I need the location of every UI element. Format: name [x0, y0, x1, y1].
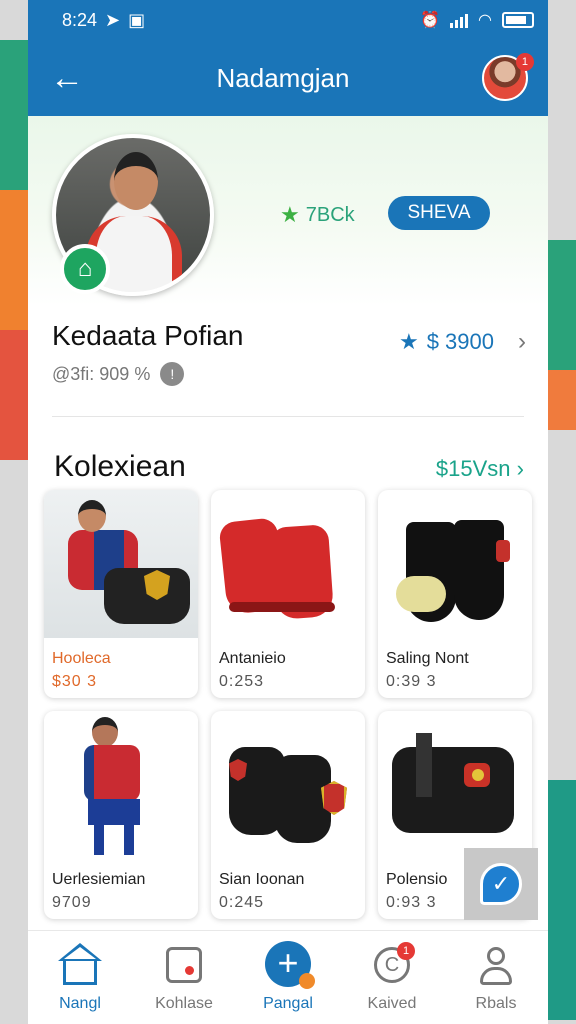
profile-info: Kedaata Pofian @3fi: 909 % ! ★ $ 3900 ›	[28, 306, 548, 426]
profile-icon	[478, 947, 514, 987]
nav-item-add[interactable]: + Pangal	[236, 931, 340, 1024]
account-avatar[interactable]: 1	[481, 53, 534, 101]
chat-button[interactable]: ✓	[464, 848, 538, 920]
red-boots-image	[211, 490, 365, 638]
player-run-image	[44, 711, 198, 859]
info-icon[interactable]: !	[160, 362, 185, 386]
right-green-decoration	[546, 240, 576, 380]
left-red-decoration	[0, 330, 30, 460]
collection-grid: Hooleca $30 3 Antanieio 0:253 Saling Non…	[44, 490, 532, 919]
card-price: 0:253	[219, 673, 265, 690]
right-orange-decoration	[546, 370, 576, 430]
bag-image	[378, 711, 532, 859]
alarm-icon: ⏰	[420, 12, 441, 29]
nav-label: Pangal	[263, 995, 313, 1012]
collection-title: Kolexiean	[54, 450, 186, 483]
collection-card[interactable]: Uerlesiemian 9709	[44, 711, 198, 919]
card-price: 9709	[52, 894, 92, 911]
bottom-nav: Nangl Kohlase + Pangal C1 Kaived Rbals	[28, 930, 548, 1024]
card-title: Hooleca	[52, 650, 111, 667]
price-link[interactable]: ★ $ 3900 ›	[399, 328, 526, 356]
socks-image	[378, 490, 532, 638]
nav-label: Rbals	[475, 995, 517, 1012]
collection-card[interactable]: Antanieio 0:253	[211, 490, 365, 698]
notification-badge: 1	[515, 53, 534, 71]
profile-name: Kedaata Pofian	[52, 320, 244, 351]
card-title: Polensio	[386, 871, 448, 888]
nav-item-ranked[interactable]: C1 Kaived	[340, 931, 444, 1024]
card-title: Uerlesiemian	[52, 871, 146, 888]
nav-item-profile[interactable]: Rbals	[444, 931, 548, 1024]
phone-screen: 8:24 ➤ ▣ ⏰ ◠ ← Nadamgjan 1 ⌂ ★ 7BCk SHEV…	[28, 0, 548, 1024]
price-value: $ 3900	[426, 329, 494, 354]
ranked-icon: C1	[374, 942, 415, 983]
card-price: 0:245	[219, 894, 265, 911]
profile-sub-info: @3fi: 909 % !	[52, 362, 185, 386]
card-title: Sian Ioonan	[219, 871, 305, 888]
status-bar: 8:24 ➤ ▣ ⏰ ◠	[28, 0, 548, 40]
rating-text: 7BCk	[305, 203, 355, 226]
collection-see-all[interactable]: $15Vsn ›	[436, 456, 524, 482]
card-price: 0:93 3	[386, 894, 437, 911]
chevron-right-icon: ›	[516, 456, 524, 481]
sheva-button[interactable]: SHEVA	[388, 196, 490, 230]
chevron-right-icon: ›	[518, 328, 526, 355]
status-time: 8:24	[62, 9, 98, 30]
rating-chip: ★ 7BCk	[280, 202, 355, 228]
home-icon	[63, 959, 97, 985]
card-price: 0:39 3	[386, 673, 437, 690]
wifi-icon: ◠	[478, 12, 492, 29]
chat-icon: ✓	[480, 863, 522, 905]
back-button[interactable]: ←	[50, 61, 84, 95]
star-icon: ★	[398, 329, 419, 354]
collection-icon	[166, 947, 202, 983]
app-bar: ← Nadamgjan 1	[28, 40, 548, 116]
add-icon: +	[265, 941, 315, 989]
signal-icon	[450, 12, 469, 28]
star-icon: ★	[280, 202, 300, 227]
player-kick-image	[44, 490, 198, 638]
nav-badge: 1	[397, 942, 415, 960]
collection-card[interactable]: Hooleca $30 3	[44, 490, 198, 698]
card-title: Antanieio	[219, 650, 286, 667]
leaf-icon: ⌂	[60, 244, 110, 294]
collection-link-text: $15Vsn	[435, 456, 511, 481]
card-price: $30 3	[52, 673, 98, 690]
nav-item-collection[interactable]: Kohlase	[132, 931, 236, 1024]
collection-card[interactable]: Saling Nont 0:39 3	[378, 490, 532, 698]
send-icon: ➤	[105, 9, 121, 30]
battery-icon	[502, 12, 534, 28]
right-teal-decoration	[546, 780, 576, 1020]
nav-label: Nangl	[59, 995, 101, 1012]
profile-stats: @3fi: 909 %	[52, 363, 151, 384]
arrow-left-icon: ←	[50, 59, 84, 97]
card-title: Saling Nont	[386, 650, 469, 667]
divider	[52, 416, 524, 417]
nav-item-home[interactable]: Nangl	[28, 931, 132, 1024]
app-title: Nadamgjan	[216, 62, 350, 93]
nav-label: Kohlase	[155, 995, 213, 1012]
image-icon: ▣	[128, 9, 146, 30]
profile-hero: ⌂ ★ 7BCk SHEVA	[28, 116, 548, 306]
black-boots-image	[211, 711, 365, 859]
collection-card[interactable]: Sian Ioonan 0:245	[211, 711, 365, 919]
nav-label: Kaived	[367, 995, 417, 1012]
